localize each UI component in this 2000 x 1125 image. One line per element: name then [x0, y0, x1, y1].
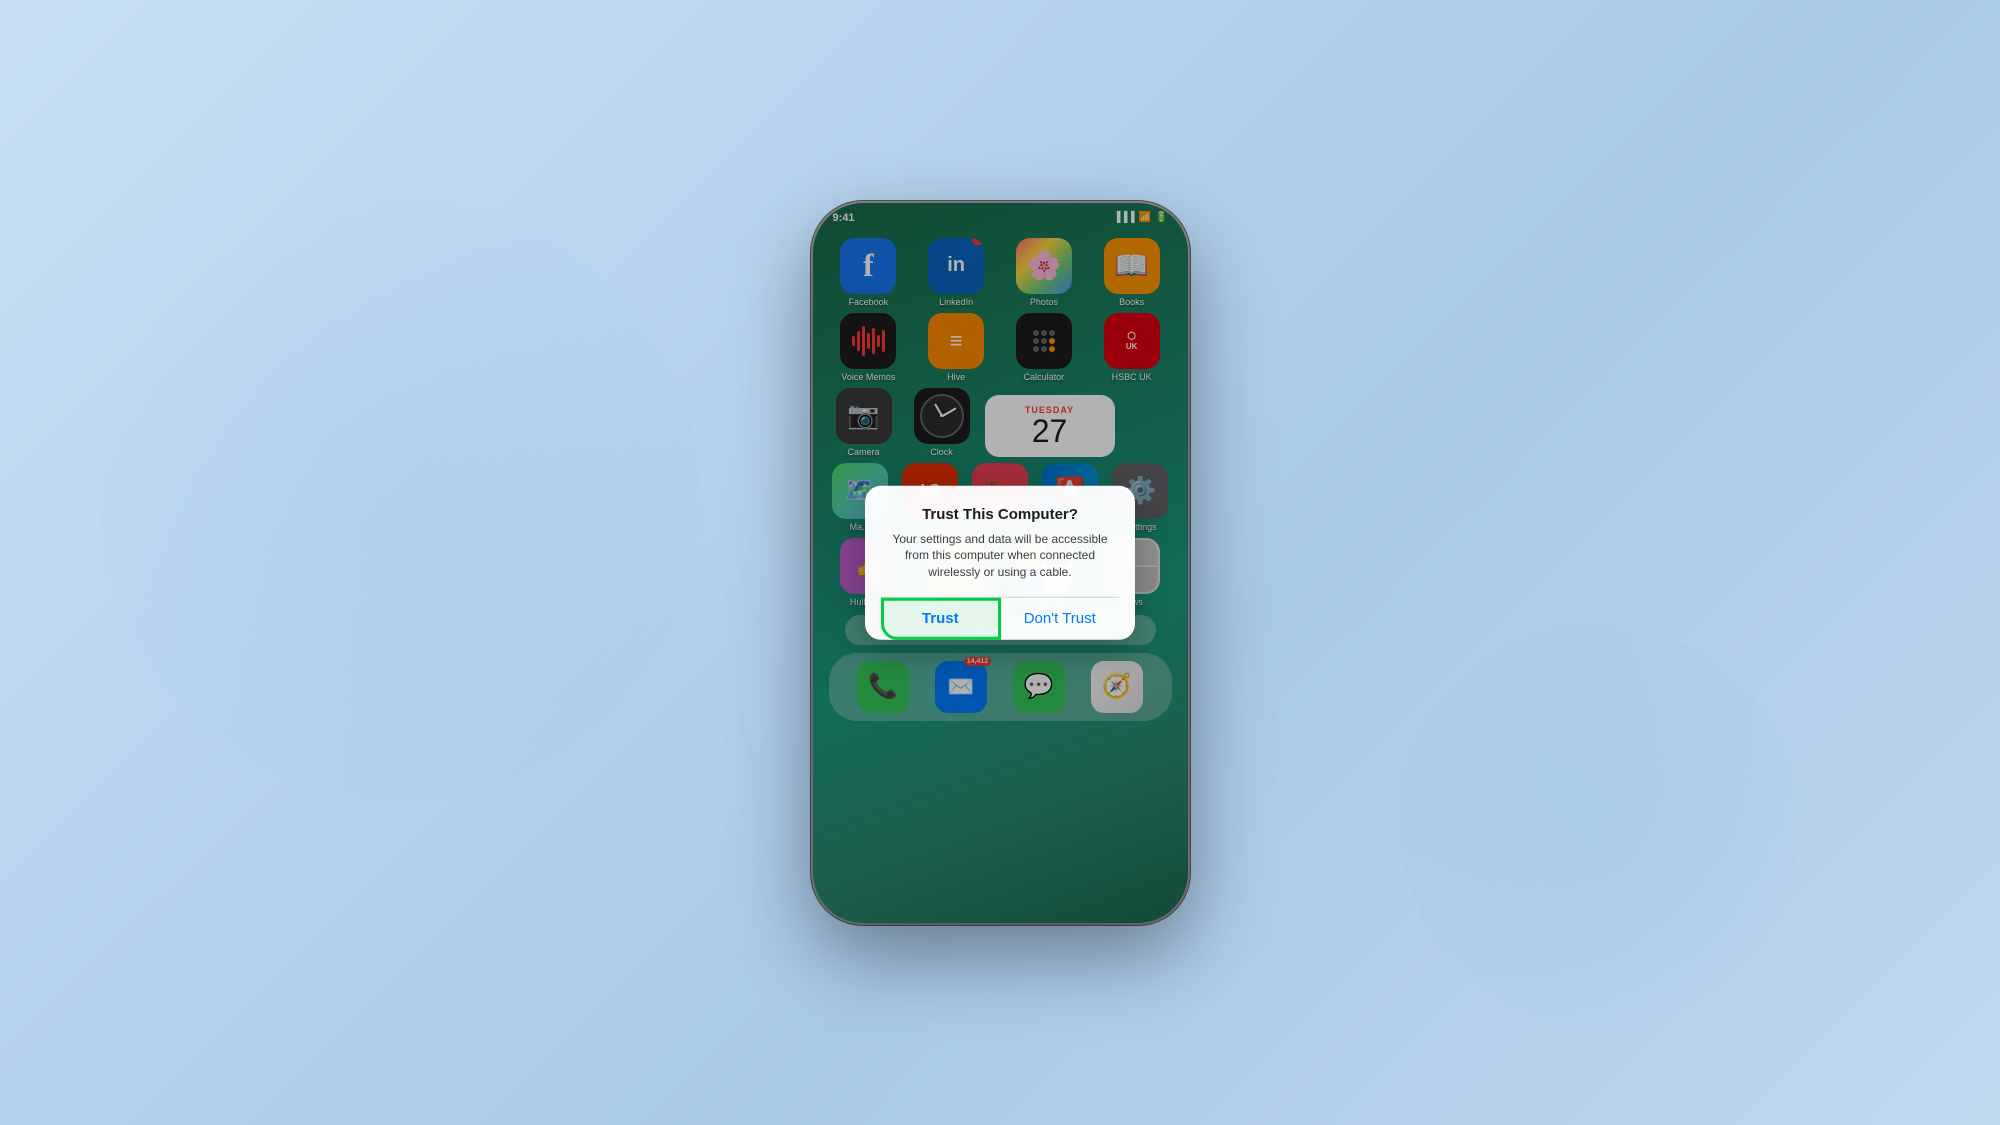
iphone-frame: 9:41 ▐▐▐ 📶 🔋 f Facebook 4 in Lin: [813, 203, 1188, 923]
trust-button[interactable]: Trust: [881, 598, 1001, 640]
dialog-buttons: Trust Don't Trust: [881, 597, 1119, 640]
dialog-message: Your settings and data will be accessibl…: [881, 530, 1119, 580]
bg-decoration-2: [1400, 625, 1800, 1025]
dialog-overlay: Trust This Computer? Your settings and d…: [813, 203, 1188, 923]
dialog-title: Trust This Computer?: [881, 505, 1119, 522]
bg-decoration-1: [100, 200, 700, 800]
trust-dialog: Trust This Computer? Your settings and d…: [865, 485, 1135, 639]
dont-trust-button[interactable]: Don't Trust: [1001, 598, 1120, 640]
